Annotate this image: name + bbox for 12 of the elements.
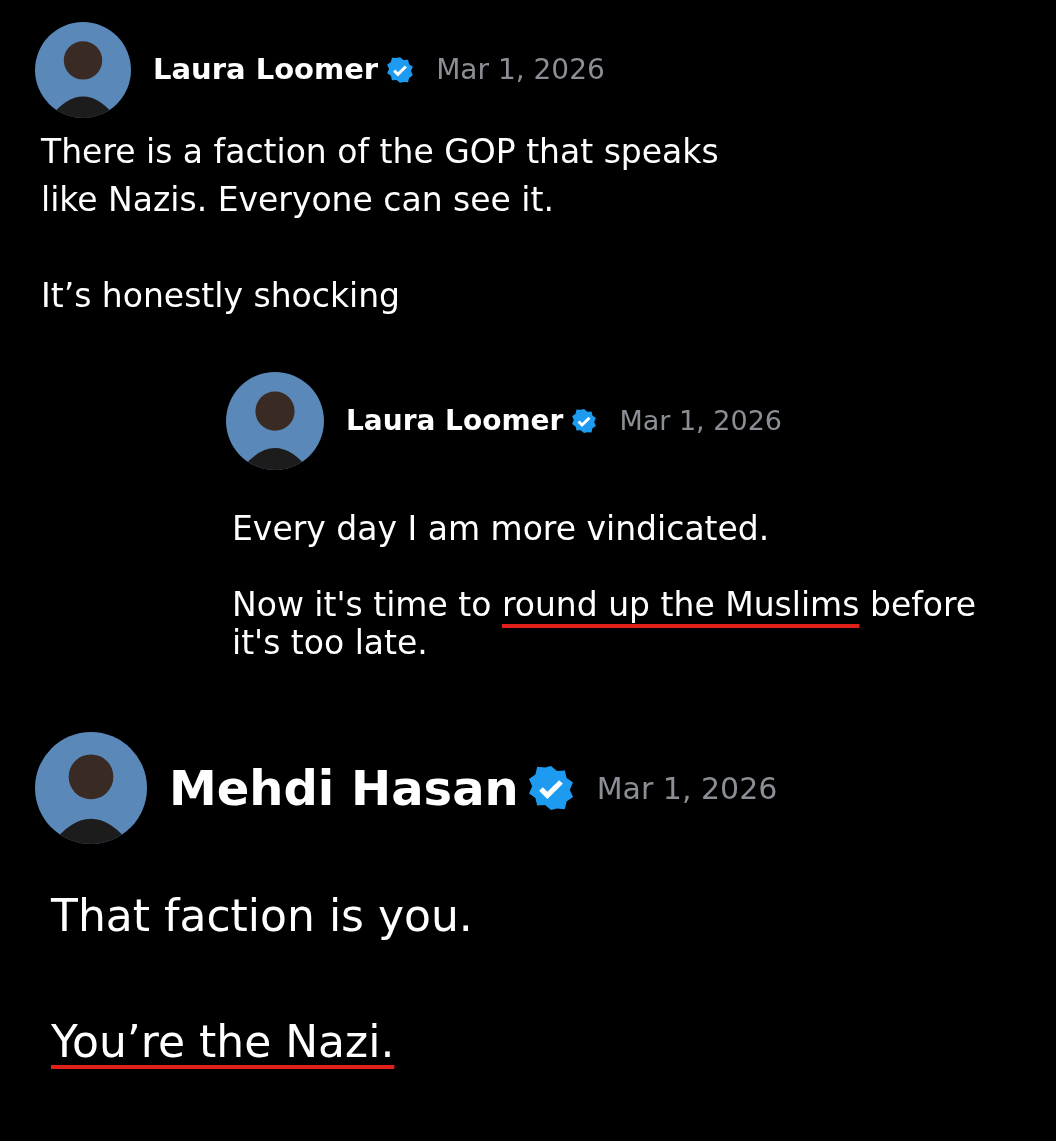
post-date: Mar 1, 2026 bbox=[436, 52, 605, 88]
post-text: It’s honestly shocking bbox=[41, 275, 402, 317]
author-name[interactable]: Laura Loomer bbox=[346, 400, 564, 442]
post-text: That faction is you. bbox=[51, 889, 474, 943]
author-name[interactable]: Laura Loomer bbox=[153, 48, 379, 92]
author-name[interactable]: Mehdi Hasan bbox=[169, 752, 519, 824]
post-text: Every day I am more vindicated. bbox=[232, 510, 771, 548]
post-text: There is a faction of the GOP that speaks like Nazis. Everyone can see it. bbox=[41, 131, 720, 221]
post-text: You’re the Nazi. bbox=[51, 1015, 396, 1069]
post-text: Now it's time to round up the Muslims before it's too late. bbox=[232, 586, 978, 662]
post-date: Mar 1, 2026 bbox=[596, 769, 778, 808]
post-date: Mar 1, 2026 bbox=[619, 403, 782, 438]
